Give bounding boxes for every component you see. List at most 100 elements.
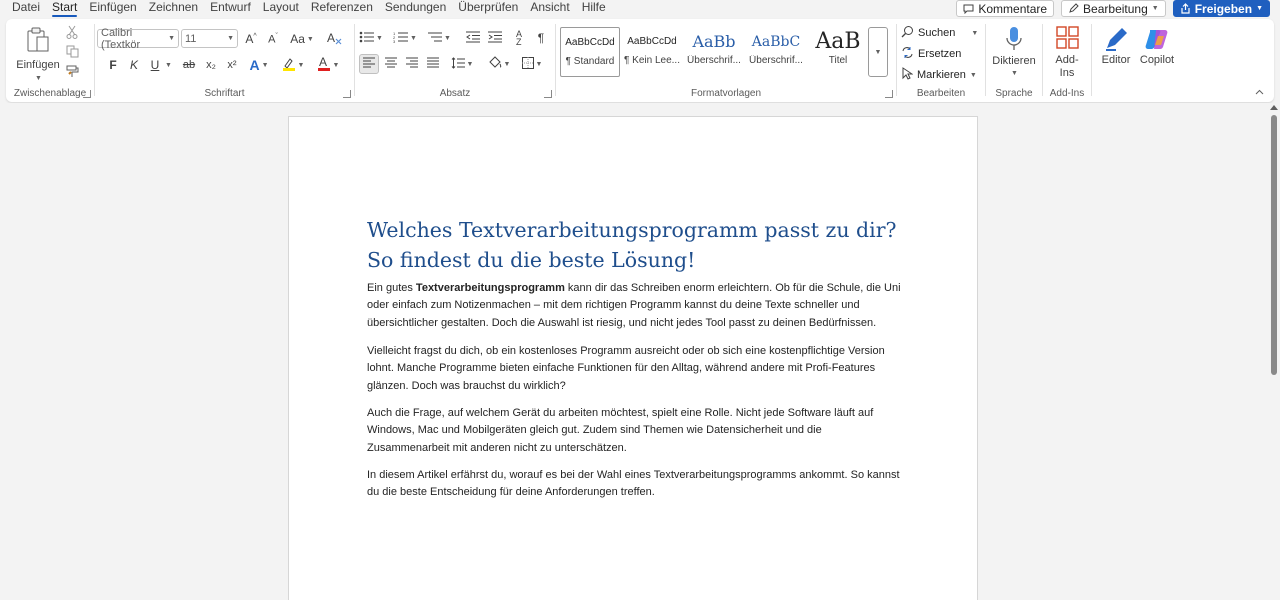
addins-button[interactable]: Add- Ins (1045, 24, 1089, 84)
chevron-down-icon: ▼ (535, 60, 543, 68)
vertical-scrollbar[interactable] (1268, 103, 1280, 600)
align-left-icon (363, 57, 375, 71)
copilot-button[interactable]: Copilot (1136, 24, 1178, 74)
document-title[interactable]: Welches Textverarbeitungsprogramm passt … (367, 215, 927, 275)
styles-gallery-expand-button[interactable]: ▼ (868, 27, 888, 77)
align-left-button[interactable] (359, 54, 379, 74)
multilevel-list-button[interactable]: ▼ (425, 28, 453, 48)
format-painter-button[interactable] (62, 63, 82, 83)
select-button[interactable]: Markieren ▼ (901, 66, 977, 84)
tab-ueberpruefen[interactable]: Überprüfen (452, 0, 524, 18)
document-paragraph-4[interactable]: In diesem Artikel erfährst du, worauf es… (367, 467, 907, 502)
tab-hilfe[interactable]: Hilfe (576, 0, 612, 18)
chevron-down-icon: ▼ (874, 48, 882, 56)
paragraph-group-label: Absatz (439, 88, 471, 99)
tab-datei[interactable]: Datei (6, 0, 46, 18)
font-color-button[interactable]: A ▼ (313, 55, 343, 75)
editing-mode-button[interactable]: Bearbeitung ▼ (1061, 0, 1166, 17)
copy-button[interactable] (62, 43, 82, 63)
increase-indent-button[interactable] (485, 28, 505, 48)
shrink-font-button[interactable]: Aˇ (263, 29, 283, 49)
tab-sendungen[interactable]: Sendungen (379, 0, 452, 18)
line-spacing-icon (451, 56, 465, 72)
decrease-indent-button[interactable] (463, 28, 483, 48)
tab-start[interactable]: Start (46, 0, 83, 18)
superscript-button[interactable]: x² (222, 55, 242, 75)
shrink-font-icon: Aˇ (268, 32, 278, 46)
chevron-down-icon[interactable]: ▼ (165, 62, 172, 69)
tab-entwurf[interactable]: Entwurf (204, 0, 257, 18)
paragraph-launcher-icon[interactable] (544, 90, 552, 98)
style-heading-1-sample: AaBb (692, 32, 736, 51)
share-button[interactable]: Freigeben ▼ (1172, 0, 1270, 17)
text-effects-button[interactable]: A ▼ (245, 55, 273, 75)
styles-launcher-icon[interactable] (885, 90, 893, 98)
bold-button[interactable]: F (103, 55, 123, 75)
shading-button[interactable]: ▼ (485, 54, 513, 74)
highlight-color-button[interactable]: ▼ (279, 55, 307, 75)
search-button[interactable]: Suchen ▼ (901, 24, 978, 42)
style-no-spacing[interactable]: AaBbCcDd ¶ Kein Lee... (622, 27, 682, 77)
comment-icon (963, 4, 974, 14)
style-title-sample: AaB (815, 29, 861, 54)
tab-einfuegen[interactable]: Einfügen (83, 0, 142, 18)
clear-formatting-button[interactable]: A (325, 29, 345, 49)
collapse-ribbon-button[interactable] (1255, 84, 1264, 98)
microphone-icon (1006, 26, 1022, 55)
line-spacing-button[interactable]: ▼ (448, 54, 476, 74)
align-center-button[interactable] (381, 54, 401, 74)
document-page[interactable]: Welches Textverarbeitungsprogramm passt … (288, 116, 978, 600)
voice-group-label: Sprache (995, 88, 1033, 99)
paintbrush-icon (66, 65, 79, 81)
show-formatting-marks-button[interactable]: ¶ (531, 28, 551, 48)
document-paragraph-3[interactable]: Auch die Frage, auf welchem Gerät du arb… (367, 405, 907, 457)
underline-button[interactable]: U (145, 55, 165, 75)
tab-layout[interactable]: Layout (257, 0, 305, 18)
sort-button[interactable]: AZ (509, 28, 529, 48)
chevron-down-icon: ▼ (1151, 5, 1159, 12)
style-standard[interactable]: AaBbCcDd ¶ Standard (560, 27, 620, 77)
addins-grid-icon (1056, 26, 1080, 53)
paste-button[interactable]: Einfügen ▼ (14, 25, 62, 85)
change-case-button[interactable]: Aa ▼ (288, 29, 316, 49)
strikethrough-button[interactable]: ab (179, 55, 199, 75)
style-heading-2[interactable]: AaBbC Überschrif... (746, 27, 806, 77)
tab-zeichnen[interactable]: Zeichnen (143, 0, 204, 18)
editor-button[interactable]: Editor (1096, 24, 1136, 74)
bullets-button[interactable]: ▼ (357, 28, 385, 48)
comments-button[interactable]: Kommentare (956, 0, 1055, 17)
borders-icon (521, 56, 534, 72)
numbering-button[interactable]: 123 ▼ (391, 28, 419, 48)
font-name-select[interactable]: Calibri (Textkör ▼ (97, 27, 179, 51)
subscript-button[interactable]: x₂ (201, 55, 221, 75)
grow-font-button[interactable]: A^ (241, 29, 261, 49)
align-right-button[interactable] (402, 54, 422, 74)
scroll-up-arrow-icon[interactable] (1270, 105, 1278, 110)
svg-text:A: A (327, 31, 335, 45)
tab-referenzen[interactable]: Referenzen (305, 0, 379, 18)
tab-ansicht[interactable]: Ansicht (524, 0, 575, 18)
decrease-indent-icon (466, 31, 480, 46)
scrollbar-thumb[interactable] (1271, 115, 1277, 375)
style-heading-1[interactable]: AaBb Überschrif... (684, 27, 744, 77)
cut-button[interactable] (62, 23, 82, 43)
document-paragraph-2[interactable]: Vielleicht fragst du dich, ob ein kosten… (367, 343, 907, 395)
style-heading-2-name: Überschrif... (749, 55, 803, 66)
document-paragraph-1[interactable]: Ein gutes Textverarbeitungsprogramm kann… (367, 280, 907, 332)
dictate-button[interactable]: Diktieren ▼ (988, 24, 1040, 84)
scissors-icon (66, 25, 78, 42)
chevron-down-icon: ▼ (261, 61, 269, 69)
chevron-down-icon: ▼ (969, 71, 977, 79)
addins-group: Add- Ins Add-Ins (1043, 19, 1091, 102)
italic-button[interactable]: K (124, 55, 144, 75)
chevron-down-icon: ▼ (444, 34, 451, 42)
font-launcher-icon[interactable] (343, 90, 351, 98)
borders-button[interactable]: ▼ (518, 54, 546, 74)
font-size-select[interactable]: 11 ▼ (181, 29, 238, 48)
clipboard-launcher-icon[interactable] (83, 90, 91, 98)
editor-pen-icon (1104, 26, 1130, 55)
style-title[interactable]: AaB Titel (808, 27, 868, 77)
justify-button[interactable] (423, 54, 443, 74)
comments-label: Kommentare (978, 1, 1048, 16)
replace-button[interactable]: Ersetzen (901, 45, 961, 63)
